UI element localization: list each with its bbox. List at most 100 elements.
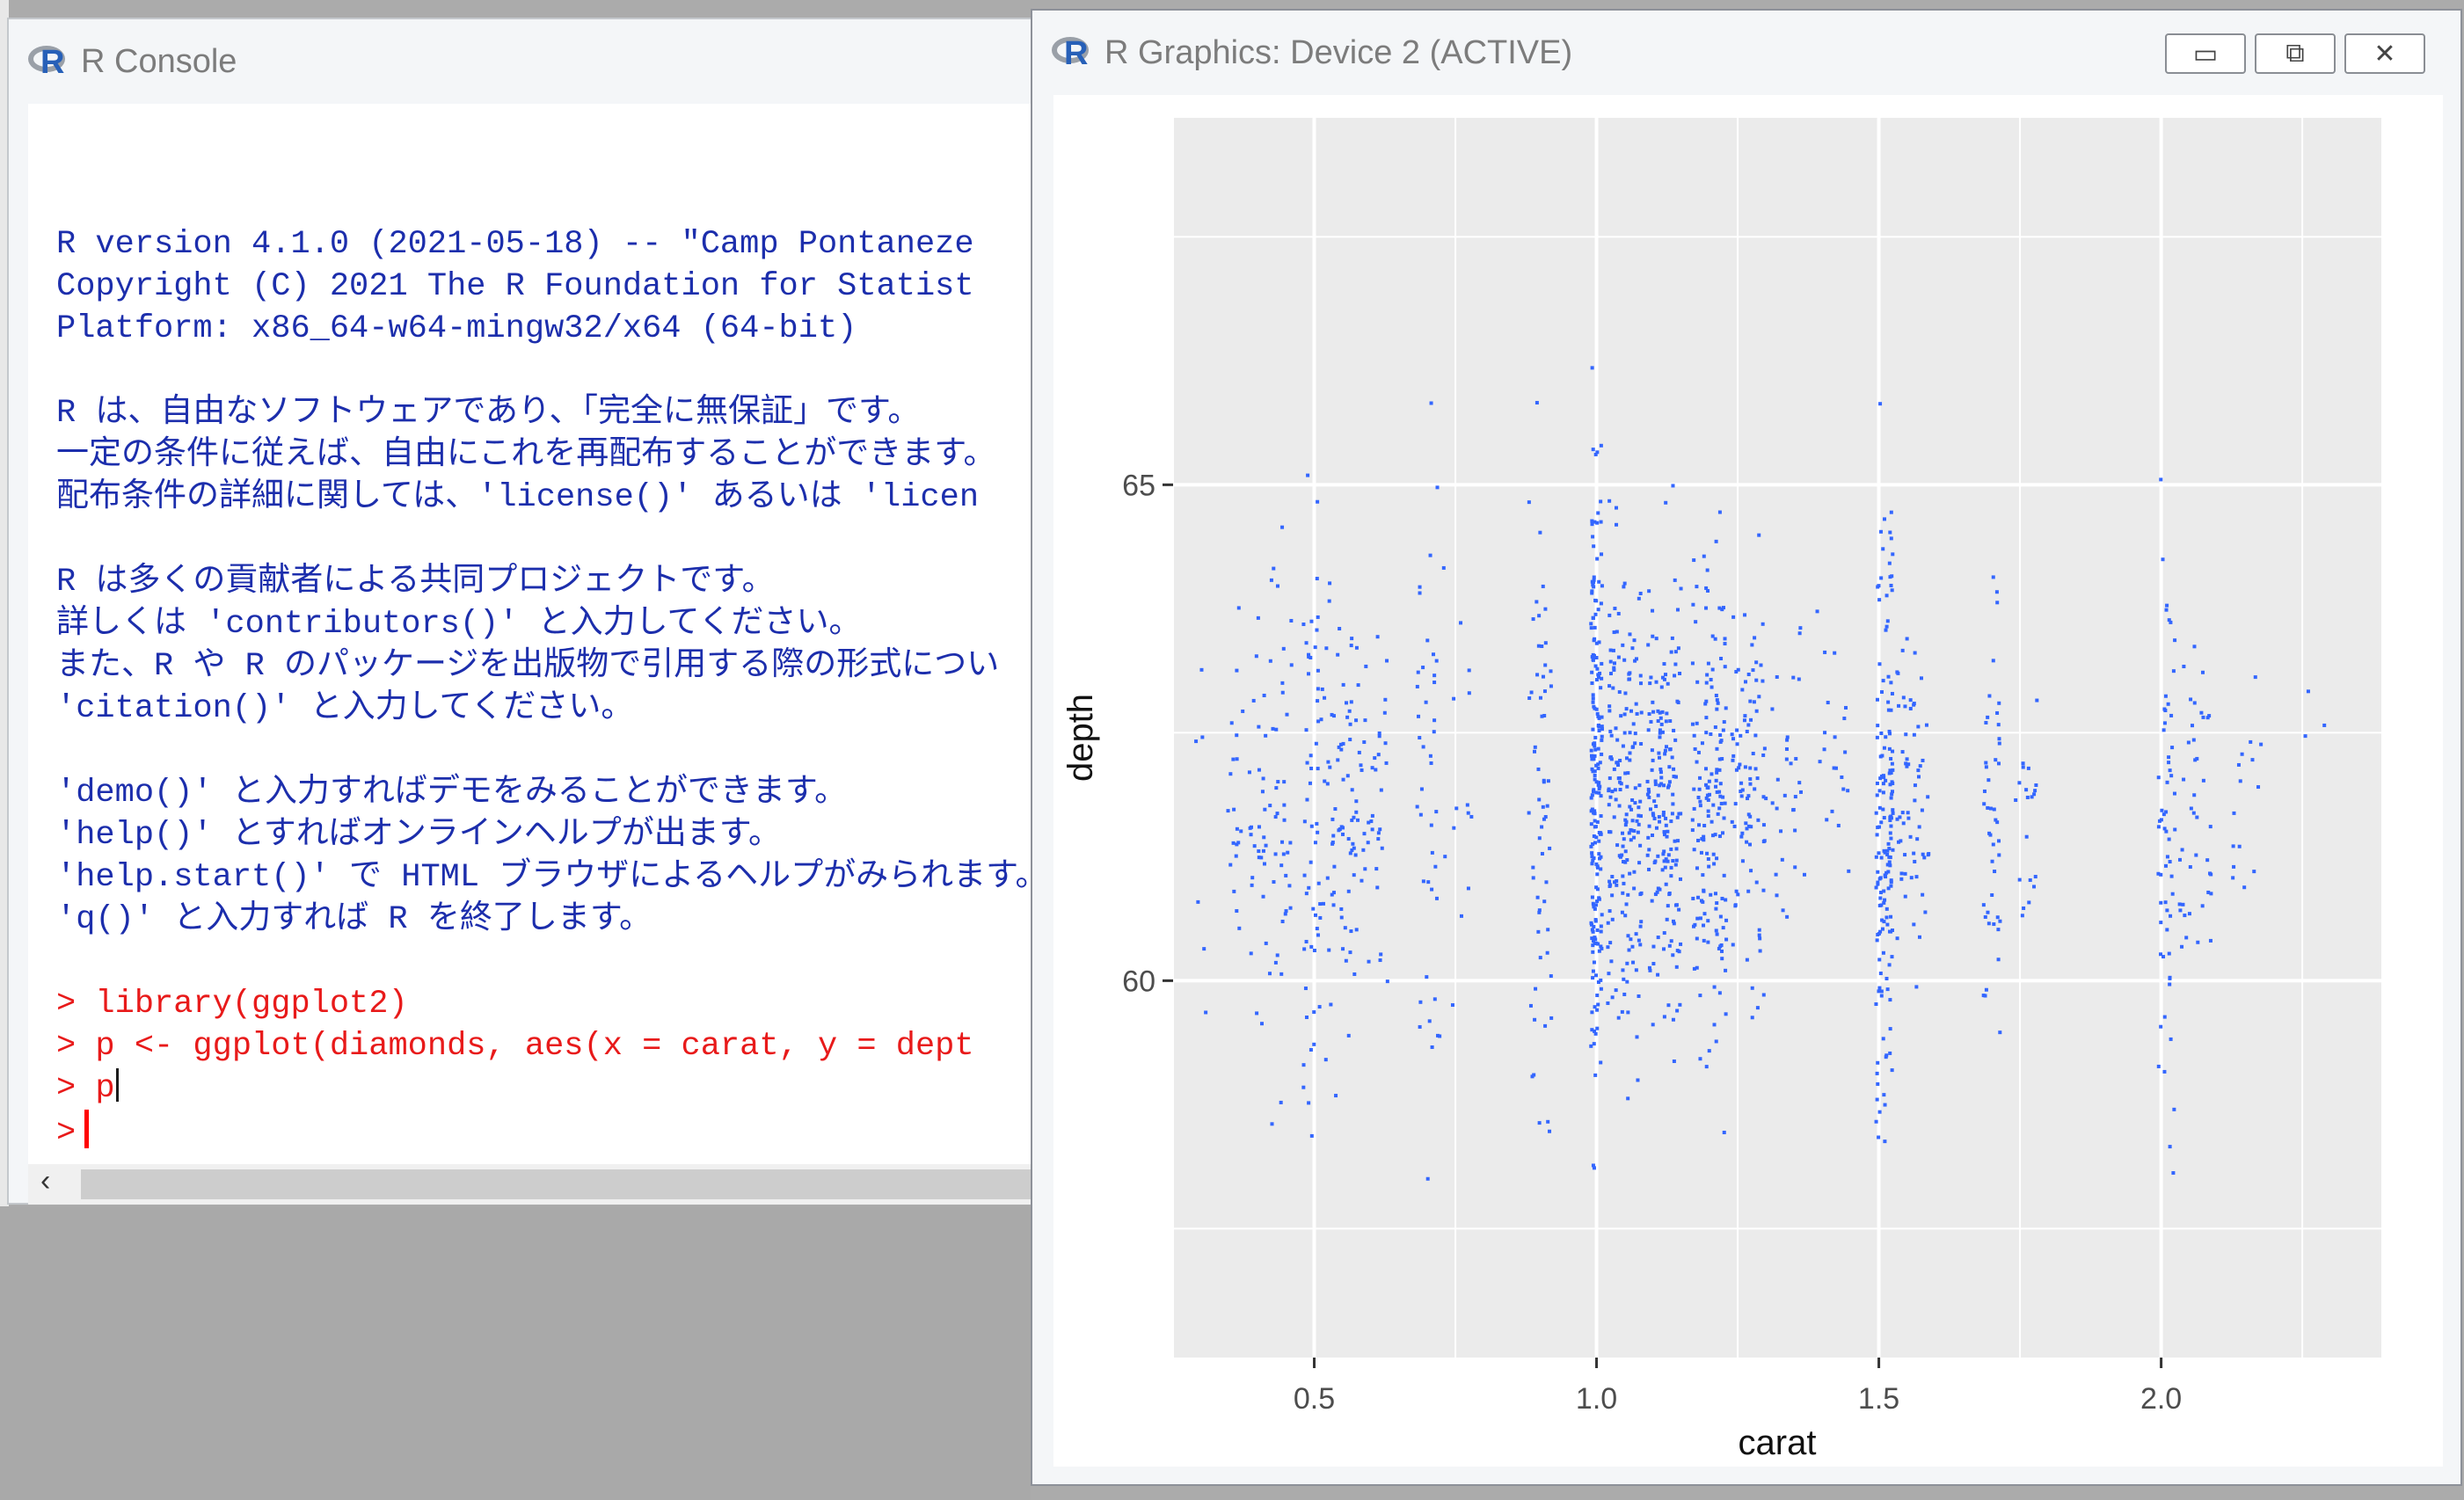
data-point bbox=[1634, 702, 1638, 706]
data-point bbox=[1875, 938, 1879, 943]
data-point bbox=[1749, 825, 1753, 829]
data-point bbox=[1318, 915, 1323, 920]
data-point bbox=[1594, 862, 1599, 866]
data-point bbox=[1590, 589, 1594, 593]
data-point bbox=[1651, 700, 1655, 704]
data-point bbox=[1733, 802, 1738, 806]
data-point bbox=[1885, 619, 1890, 623]
data-point bbox=[1715, 901, 1719, 906]
data-point bbox=[1709, 772, 1714, 776]
console-output-area[interactable]: R version 4.1.0 (2021-05-18) -- "Camp Po… bbox=[28, 104, 1038, 1164]
data-point bbox=[1593, 919, 1598, 923]
data-point bbox=[1752, 700, 1756, 704]
data-point bbox=[1435, 485, 1440, 490]
data-point bbox=[1330, 841, 1335, 846]
data-point bbox=[1590, 670, 1594, 674]
data-point bbox=[1334, 1094, 1338, 1098]
data-point bbox=[1646, 835, 1651, 840]
data-point bbox=[1596, 766, 1600, 770]
data-point bbox=[1421, 745, 1425, 749]
data-point bbox=[1884, 628, 1888, 632]
data-point bbox=[1597, 786, 1601, 790]
data-point bbox=[1591, 657, 1595, 661]
minimize-button[interactable]: ▭ bbox=[2165, 33, 2246, 74]
data-point bbox=[1637, 938, 1641, 943]
data-point bbox=[1615, 879, 1619, 884]
data-point bbox=[1717, 606, 1722, 610]
x-axis-title: carat bbox=[1739, 1424, 1817, 1462]
scroll-left-arrow-icon[interactable]: ‹ bbox=[40, 1164, 50, 1198]
data-point bbox=[1654, 680, 1658, 684]
data-point bbox=[1745, 729, 1749, 733]
data-point bbox=[1429, 761, 1433, 765]
data-point bbox=[1652, 861, 1657, 865]
data-point bbox=[1622, 585, 1626, 589]
data-point bbox=[1717, 768, 1722, 772]
data-point bbox=[1843, 750, 1848, 754]
data-point bbox=[1901, 821, 1906, 826]
data-point bbox=[1715, 746, 1719, 751]
data-point bbox=[2167, 951, 2171, 956]
data-point bbox=[1639, 710, 1644, 715]
data-point bbox=[1591, 696, 1595, 701]
data-point bbox=[1376, 837, 1381, 841]
data-point bbox=[2169, 1037, 2173, 1041]
data-point bbox=[1903, 704, 1907, 709]
console-horizontal-scrollbar[interactable]: ‹ bbox=[28, 1164, 1048, 1205]
data-point bbox=[1589, 921, 1593, 925]
data-point bbox=[1280, 690, 1285, 695]
data-point bbox=[2195, 756, 2199, 761]
r-graphics-titlebar[interactable]: R R Graphics: Device 2 (ACTIVE) bbox=[1032, 11, 2460, 95]
data-point bbox=[1617, 690, 1622, 695]
data-point bbox=[1264, 941, 1268, 945]
data-point bbox=[1376, 831, 1381, 835]
data-point bbox=[1920, 808, 1924, 812]
data-point bbox=[1670, 812, 1674, 816]
data-point bbox=[2165, 908, 2169, 913]
r-graphics-window[interactable]: R R Graphics: Device 2 (ACTIVE) ▭ ⧉ ✕ 0.… bbox=[1031, 9, 2462, 1486]
data-point bbox=[1913, 859, 1917, 863]
data-point bbox=[1731, 754, 1736, 758]
data-point bbox=[1529, 690, 1534, 695]
data-point bbox=[1542, 689, 1547, 694]
r-console-window[interactable]: R R Console R version 4.1.0 (2021-05-18)… bbox=[7, 18, 1048, 1205]
restore-button[interactable]: ⧉ bbox=[2255, 33, 2336, 74]
data-point bbox=[2201, 715, 2205, 719]
data-point bbox=[1885, 987, 1890, 992]
data-point bbox=[1884, 1053, 1889, 1058]
data-point bbox=[1900, 811, 1905, 815]
data-point bbox=[1622, 881, 1626, 885]
data-point bbox=[1993, 870, 1997, 874]
data-point bbox=[1382, 710, 1387, 715]
data-point bbox=[1597, 675, 1601, 680]
data-point bbox=[1996, 723, 2001, 727]
close-button[interactable]: ✕ bbox=[2344, 33, 2425, 74]
data-point bbox=[1664, 500, 1668, 505]
data-point bbox=[1353, 853, 1358, 857]
scrollbar-thumb[interactable] bbox=[81, 1169, 1048, 1199]
data-point bbox=[1549, 1016, 1554, 1020]
data-point bbox=[1722, 816, 1726, 820]
data-point bbox=[1616, 763, 1621, 768]
r-console-titlebar[interactable]: R R Console bbox=[9, 19, 1034, 104]
data-point bbox=[1764, 797, 1768, 801]
data-point bbox=[1618, 787, 1622, 791]
data-point bbox=[1433, 864, 1438, 869]
data-point bbox=[1611, 648, 1615, 652]
data-point bbox=[1541, 674, 1545, 679]
console-line: > p bbox=[56, 1067, 1038, 1110]
data-point bbox=[1597, 830, 1601, 834]
data-point bbox=[1797, 677, 1801, 681]
data-point bbox=[1356, 683, 1360, 688]
data-point bbox=[1241, 709, 1245, 713]
data-point bbox=[1593, 812, 1597, 816]
data-point bbox=[1793, 865, 1797, 870]
data-point bbox=[1279, 972, 1284, 976]
data-point bbox=[1591, 969, 1595, 973]
data-point bbox=[1704, 1065, 1709, 1069]
data-point bbox=[1621, 744, 1625, 748]
data-point bbox=[1721, 831, 1725, 835]
data-point bbox=[1608, 672, 1613, 676]
data-point bbox=[2242, 885, 2247, 890]
